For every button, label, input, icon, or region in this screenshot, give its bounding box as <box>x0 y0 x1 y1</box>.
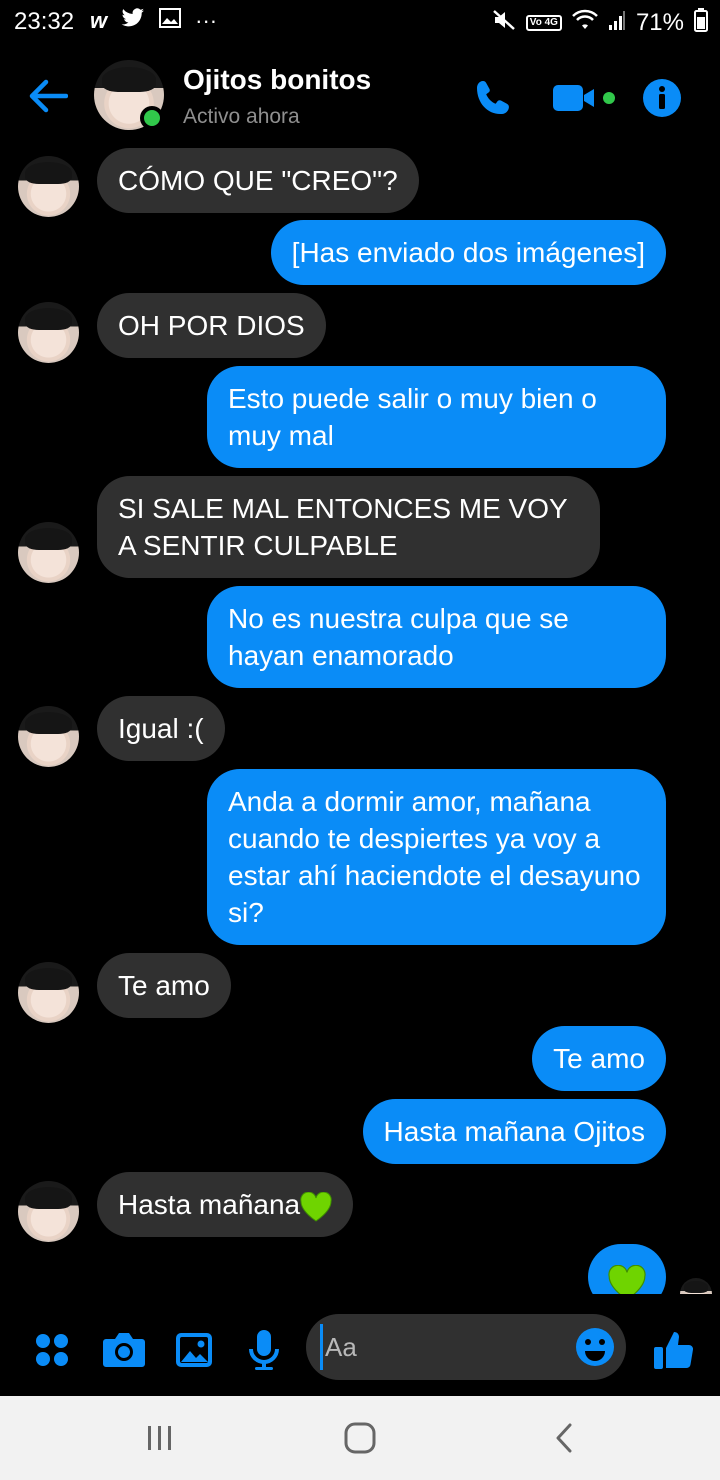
outgoing-message[interactable]: Esto puede salir o muy bien o muy mal <box>207 366 666 468</box>
message-composer <box>0 1306 720 1394</box>
twitter-icon <box>121 8 145 34</box>
voice-record-button[interactable] <box>236 1322 292 1378</box>
back-nav-button[interactable] <box>534 1416 594 1460</box>
outgoing-message[interactable]: [Has enviado dos imágenes] <box>270 220 666 285</box>
emoji-icon <box>576 1328 614 1366</box>
status-right-icons: Vo 4G 71% <box>492 8 708 38</box>
recent-apps-button[interactable] <box>130 1416 190 1460</box>
phone-icon <box>477 81 509 115</box>
incoming-message[interactable]: CÓMO QUE "CREO"? <box>97 148 419 213</box>
info-button[interactable] <box>638 74 686 122</box>
outgoing-message[interactable]: Hasta mañana Ojitos <box>362 1099 666 1164</box>
like-button[interactable] <box>646 1322 702 1378</box>
emoji-button[interactable] <box>574 1326 616 1368</box>
thumbs-up-icon <box>654 1332 694 1369</box>
chevron-left-icon <box>556 1423 572 1453</box>
outgoing-message[interactable] <box>588 1244 666 1294</box>
green-heart-icon <box>300 1191 332 1222</box>
voice-call-button[interactable] <box>470 74 518 122</box>
sender-avatar[interactable] <box>18 1181 79 1242</box>
incoming-message[interactable]: Hasta mañana <box>97 1172 354 1237</box>
status-time: 23:32 <box>14 8 75 35</box>
more-icon: ··· <box>195 8 218 33</box>
back-arrow-icon <box>29 79 68 113</box>
outgoing-message[interactable]: Te amo <box>532 1026 666 1091</box>
incoming-message[interactable]: Igual :( <box>97 696 225 761</box>
home-button[interactable] <box>330 1416 390 1460</box>
wifi-icon <box>572 9 598 37</box>
menu-button[interactable] <box>24 1322 80 1378</box>
sender-avatar[interactable] <box>18 962 79 1023</box>
outgoing-message[interactable]: Anda a dormir amor, mañana cuando te des… <box>207 769 666 945</box>
incoming-message[interactable]: Te amo <box>97 953 231 1018</box>
conversation-header: Ojitos bonitos Activo ahora <box>0 50 720 142</box>
video-call-button[interactable] <box>552 74 618 122</box>
incoming-message[interactable]: OH POR DIOS <box>97 293 326 358</box>
message-text: Hasta mañana <box>118 1189 301 1220</box>
sender-avatar[interactable] <box>18 302 79 363</box>
contact-status: Activo ahora <box>183 105 300 128</box>
gallery-button[interactable] <box>166 1322 222 1378</box>
green-heart-icon <box>608 1264 646 1294</box>
status-bar: 23:32 w ··· Vo 4G 71% <box>0 0 720 44</box>
camera-icon <box>103 1333 145 1367</box>
menu-dots-icon <box>36 1334 68 1366</box>
sender-avatar[interactable] <box>18 522 79 583</box>
battery-icon <box>694 8 708 38</box>
active-status-dot <box>140 106 164 130</box>
battery-percent: 71% <box>635 9 684 36</box>
camera-button[interactable] <box>96 1322 152 1378</box>
status-left-icons: w ··· <box>90 8 217 34</box>
w-app-icon: w <box>90 8 108 33</box>
microphone-icon <box>249 1330 279 1370</box>
image-icon <box>176 1333 212 1367</box>
contact-name[interactable]: Ojitos bonitos <box>183 64 371 96</box>
gallery-icon <box>159 8 182 34</box>
system-navigation-bar <box>0 1396 720 1480</box>
back-button[interactable] <box>24 72 72 120</box>
message-input-container <box>306 1314 626 1380</box>
sender-avatar[interactable] <box>18 156 79 217</box>
recent-apps-icon <box>148 1426 171 1450</box>
incoming-message[interactable]: SI SALE MAL ENTONCES ME VOY A SENTIR CUL… <box>97 476 600 578</box>
mute-icon <box>492 9 516 37</box>
sender-avatar[interactable] <box>18 706 79 767</box>
video-camera-icon <box>553 85 615 111</box>
message-list[interactable]: CÓMO QUE "CREO"? [Has enviado dos imágen… <box>0 142 720 1294</box>
read-receipt-avatar <box>680 1278 712 1294</box>
info-icon <box>643 79 681 117</box>
message-input[interactable] <box>320 1324 570 1370</box>
signal-icon <box>608 9 626 37</box>
home-icon <box>344 1422 376 1454</box>
volte-4g-icon: Vo 4G <box>525 15 562 31</box>
outgoing-message[interactable]: No es nuestra culpa que se hayan enamora… <box>207 586 666 688</box>
